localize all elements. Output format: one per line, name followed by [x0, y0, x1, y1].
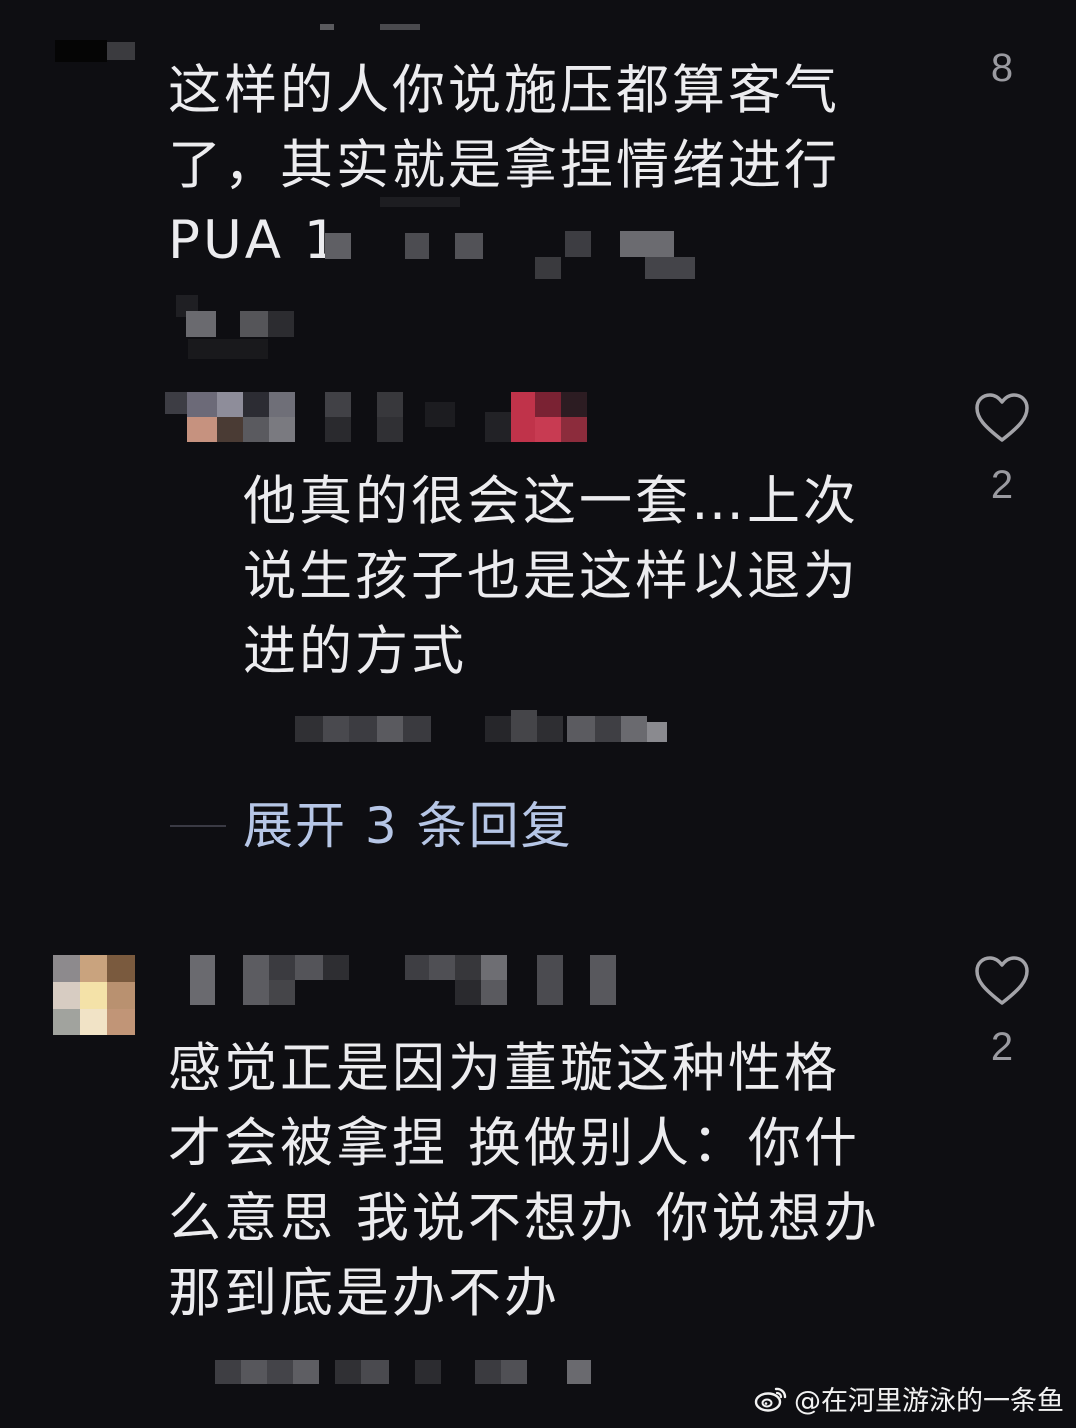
comment-2-text: 他真的很会这一套…上次 说生孩子也是这样以退为 进的方式 [243, 471, 859, 682]
weibo-watermark: @在河里游泳的一条鱼 [754, 1379, 1064, 1418]
comment-3-avatar[interactable] [53, 955, 135, 1035]
username-redacted [55, 40, 135, 62]
comment-1-like-count: 8 [990, 46, 1014, 90]
comment-3-text: 感觉正是因为董璇这种性格 才会被拿捏 换做别人：你什 么意思 我说不想办 你说想… [168, 1038, 880, 1324]
watermark-text: @在河里游泳的一条鱼 [794, 1386, 1064, 1417]
cropped-text-fragment [320, 24, 420, 32]
expand-replies-link[interactable]: 展开 3 条回复 [243, 795, 573, 857]
comment-1-meta-redacted [300, 197, 710, 285]
comment-2-like-count: 2 [990, 463, 1014, 507]
comment-3-username-redacted [185, 955, 625, 1007]
comment-2-heart-icon[interactable] [974, 392, 1030, 444]
comment-2-meta-redacted [295, 710, 675, 746]
comment-3-heart-icon[interactable] [974, 955, 1030, 1007]
comment-screenshot: 这样的人你说施压都算客气 了，其实就是拿捏情绪进行 PUA 1 8 2 他真的很… [0, 0, 1076, 1428]
comment-3-meta-redacted [215, 1358, 595, 1388]
comment-1-reply-redacted [168, 295, 298, 365]
weibo-logo-icon [754, 1387, 787, 1412]
expand-divider [170, 825, 226, 827]
comment-3-like-count: 2 [990, 1025, 1014, 1069]
comment-2-avatar-username-redacted [165, 392, 610, 447]
